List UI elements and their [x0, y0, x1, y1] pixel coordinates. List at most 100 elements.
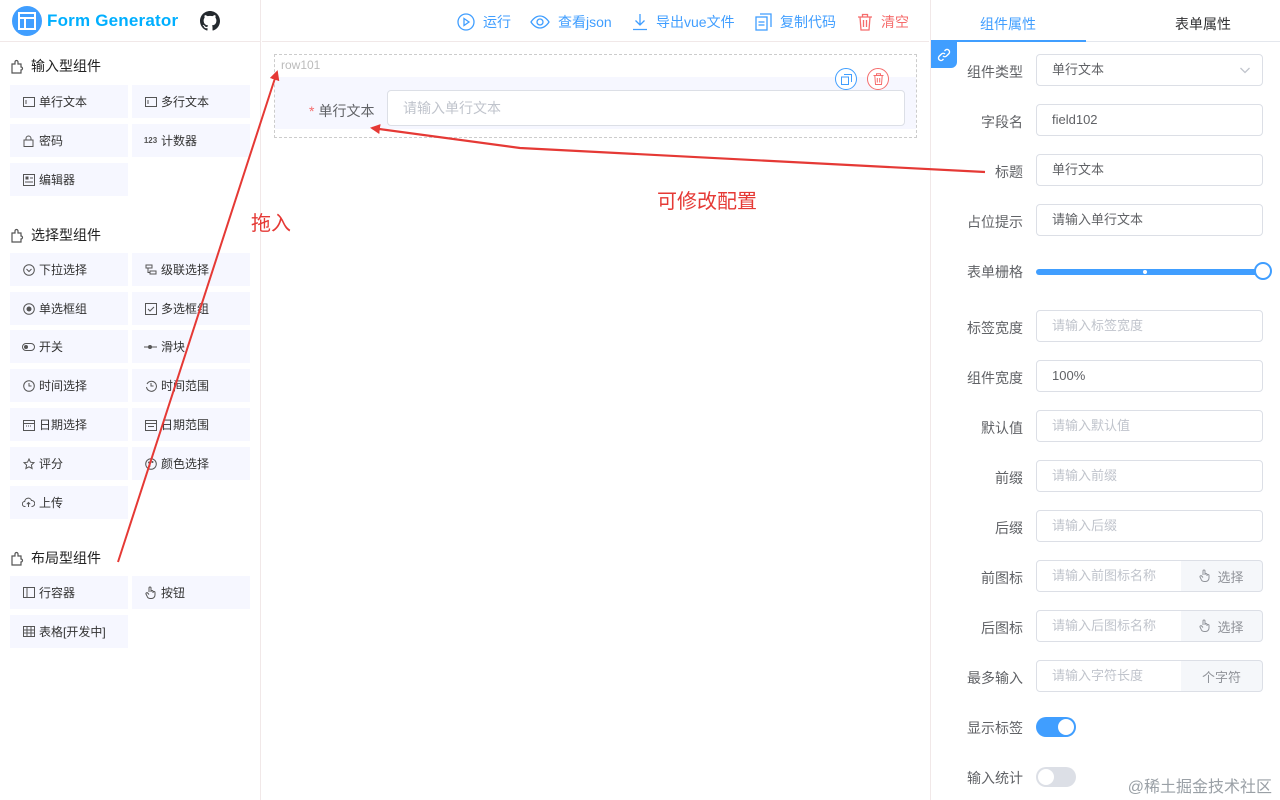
comp-time-range[interactable]: 时间范围	[132, 369, 250, 402]
prop-maxlength-input[interactable]: 请输入字符长度	[1036, 660, 1182, 692]
app-title: Form Generator	[47, 10, 179, 30]
row-container[interactable]: row101 * 单行文本 请输入单行文本	[274, 54, 917, 138]
prop-width-label: 组件宽度	[967, 370, 1023, 386]
github-icon[interactable]	[200, 10, 221, 31]
prop-title-input[interactable]: 单行文本	[1036, 154, 1263, 186]
download-icon	[633, 14, 647, 31]
prop-width-input[interactable]: 100%	[1036, 360, 1263, 392]
comp-editor[interactable]: 编辑器	[10, 163, 128, 196]
copy-item-button[interactable]	[835, 68, 857, 90]
comp-textarea[interactable]: 多行文本	[132, 85, 250, 118]
textarea-icon	[144, 95, 157, 108]
comp-time[interactable]: 时间选择	[10, 369, 128, 402]
prop-word-count-label: 输入统计	[967, 770, 1023, 786]
comp-select[interactable]: 下拉选择	[10, 253, 128, 286]
prop-label-width-input[interactable]: 请输入标签宽度	[1036, 310, 1263, 342]
comp-date-range[interactable]: 日期范围	[132, 408, 250, 441]
lock-icon	[22, 134, 35, 147]
link-icon[interactable]	[931, 42, 957, 68]
tab-form-props[interactable]: 表单属性	[1175, 14, 1231, 34]
pointer-icon	[1199, 569, 1210, 582]
slider-thumb[interactable]	[1254, 262, 1272, 280]
prop-field-input[interactable]: field102	[1036, 104, 1263, 136]
prop-suffix-label: 后缀	[995, 520, 1023, 536]
puzzle-icon	[11, 228, 24, 243]
comp-color[interactable]: 颜色选择	[132, 447, 250, 480]
switch-icon	[22, 340, 35, 353]
clear-button[interactable]: 清空	[857, 12, 909, 32]
slider-stop	[1143, 270, 1147, 274]
prop-placeholder-input[interactable]: 请输入单行文本	[1036, 204, 1263, 236]
prop-suffix-input[interactable]: 请输入后缀	[1036, 510, 1263, 542]
prop-prefix-input[interactable]: 请输入前缀	[1036, 460, 1263, 492]
comp-table[interactable]: 表格[开发中]	[10, 615, 128, 648]
chevron-down-icon	[1240, 67, 1250, 74]
comp-row[interactable]: 行容器	[10, 576, 128, 609]
comp-date[interactable]: 日期选择	[10, 408, 128, 441]
group-title-select: 选择型组件	[10, 225, 101, 245]
color-icon	[144, 457, 157, 470]
trash-icon	[858, 13, 872, 31]
field-input[interactable]: 请输入单行文本	[387, 90, 905, 126]
date-range-icon	[144, 418, 157, 431]
cascader-icon	[144, 263, 157, 276]
puzzle-icon	[11, 59, 24, 74]
delete-item-button[interactable]	[867, 68, 889, 90]
property-panel: 组件属性 表单属性 组件类型 单行文本 字段名 field102 标题 单行文本…	[930, 0, 1280, 800]
comp-checkbox[interactable]: 多选框组	[132, 292, 250, 325]
comp-rate[interactable]: 评分	[10, 447, 128, 480]
maxlength-unit: 个字符	[1181, 660, 1263, 692]
copy-icon	[840, 73, 852, 85]
select-icon	[22, 263, 35, 276]
upload-icon	[22, 496, 35, 509]
comp-switch[interactable]: 开关	[10, 330, 128, 363]
prop-grid-label: 表单栅格	[967, 264, 1023, 280]
prop-default-input[interactable]: 请输入默认值	[1036, 410, 1263, 442]
prop-prefix-icon-input[interactable]: 请输入前图标名称	[1036, 560, 1182, 592]
comp-slider[interactable]: 滑块	[132, 330, 250, 363]
table-icon	[22, 625, 35, 638]
comp-radio[interactable]: 单选框组	[10, 292, 128, 325]
export-vue-button[interactable]: 导出vue文件	[632, 12, 735, 32]
number-icon: 123	[143, 136, 158, 145]
prop-suffix-icon-label: 后图标	[981, 620, 1023, 636]
puzzle-icon	[11, 551, 24, 566]
comp-number[interactable]: 123 计数器	[132, 124, 250, 157]
play-icon	[457, 13, 475, 31]
show-label-switch[interactable]	[1036, 717, 1076, 737]
comp-cascader[interactable]: 级联选择	[132, 253, 250, 286]
logo-icon	[12, 5, 42, 36]
suffix-icon-choose-button[interactable]: 选择	[1181, 610, 1263, 642]
view-json-button[interactable]: 查看json	[530, 12, 612, 32]
comp-password[interactable]: 密码	[10, 124, 128, 157]
prop-type-select[interactable]: 单行文本	[1036, 54, 1263, 86]
copy-code-button[interactable]: 复制代码	[755, 12, 836, 32]
editor-icon	[22, 173, 35, 186]
word-count-switch[interactable]	[1036, 767, 1076, 787]
property-tabs: 组件属性 表单属性	[931, 0, 1280, 42]
row-icon	[22, 586, 35, 599]
comp-upload[interactable]: 上传	[10, 486, 128, 519]
prefix-icon-choose-button[interactable]: 选择	[1181, 560, 1263, 592]
row-label: row101	[281, 58, 321, 72]
comp-input[interactable]: 单行文本	[10, 85, 128, 118]
trash-icon	[873, 73, 883, 85]
design-canvas: 运行 查看json 导出vue文件 复制代码 清空 row101 * 单行文本 …	[262, 0, 929, 800]
form-item-input[interactable]: * 单行文本 请输入单行文本	[275, 77, 916, 129]
comp-button[interactable]: 按钮	[132, 576, 250, 609]
prop-prefix-label: 前缀	[995, 470, 1023, 486]
watermark: @稀土掘金技术社区	[1127, 779, 1272, 796]
toolbar: 运行 查看json 导出vue文件 复制代码 清空	[262, 0, 929, 42]
prop-prefix-icon-label: 前图标	[981, 570, 1023, 586]
run-button[interactable]: 运行	[457, 12, 511, 32]
component-panel: Form Generator 输入型组件 单行文本 多行文本 密码 123 计数器…	[0, 0, 261, 800]
prop-title-label: 标题	[995, 164, 1023, 180]
switch-knob	[1038, 769, 1054, 785]
prop-grid-slider[interactable]	[1036, 262, 1272, 280]
input-icon	[22, 95, 35, 108]
prop-placeholder-label: 占位提示	[967, 214, 1023, 230]
tab-component-props[interactable]: 组件属性	[980, 14, 1036, 34]
star-icon	[22, 457, 35, 470]
prop-suffix-icon-input[interactable]: 请输入后图标名称	[1036, 610, 1182, 642]
group-title-input: 输入型组件	[10, 56, 101, 76]
